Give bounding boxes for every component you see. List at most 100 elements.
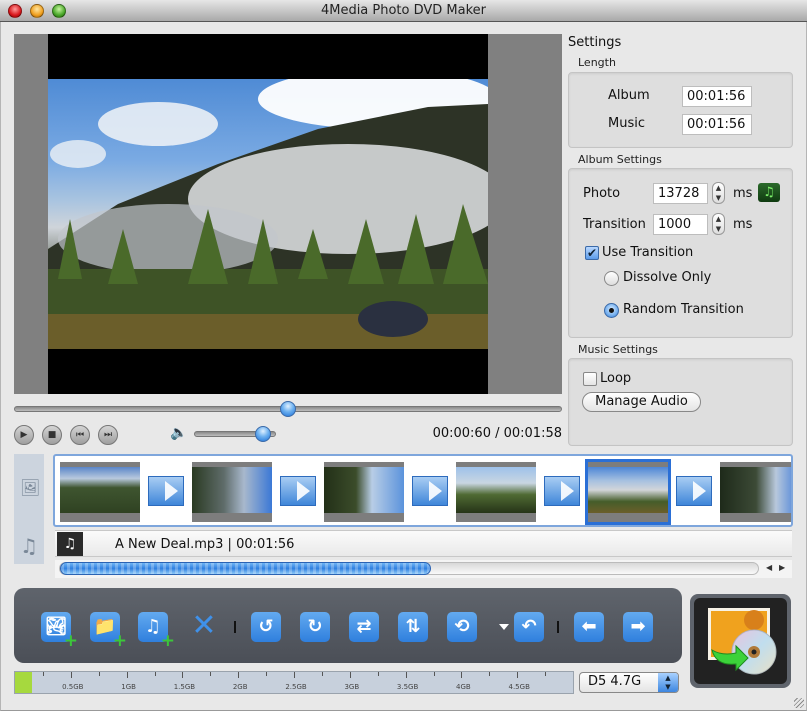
capacity-tick — [238, 672, 240, 678]
capacity-used-fill — [15, 672, 32, 693]
timeline-scrollbar[interactable]: ◀ ▶ — [55, 560, 792, 578]
seek-slider-knob[interactable] — [280, 401, 296, 417]
flip-horizontal-button[interactable]: ⇄ — [349, 612, 379, 642]
loop-checkbox[interactable] — [583, 372, 597, 386]
add-music-button[interactable]: ♫ + — [138, 612, 175, 650]
transition-marker[interactable] — [148, 476, 184, 506]
music-length-value: 00:01:56 — [682, 114, 752, 135]
scroll-right-arrow[interactable]: ▶ — [779, 563, 785, 572]
capacity-tick-label: 2GB — [232, 683, 248, 691]
play-button[interactable]: ▶ — [14, 425, 34, 445]
disc-capacity-bar: 0.5GB 1GB 1.5GB 2GB 2.5GB 3GB 3.5GB 4GB 4.5GB — [14, 671, 574, 694]
capacity-tick-label: 3GB — [344, 683, 360, 691]
transition-effect-button[interactable]: ⟲ — [447, 612, 477, 642]
capacity-tick — [182, 672, 184, 678]
capacity-tick — [126, 672, 128, 678]
capacity-tick-label: 1GB — [121, 683, 136, 691]
transition-marker[interactable] — [544, 476, 580, 506]
random-transition-radio[interactable] — [604, 303, 619, 318]
photo-thumbnail[interactable] — [720, 462, 791, 522]
photo-thumbnail[interactable] — [456, 462, 536, 522]
undo-button[interactable]: ↶ — [514, 612, 544, 642]
music-track[interactable]: ♫ A New Deal.mp3 | 00:01:56 — [55, 530, 792, 557]
add-folder-button[interactable]: 📁 + — [90, 612, 127, 650]
capacity-tick-label: 4GB — [456, 683, 471, 691]
use-transition-checkbox[interactable]: ✔ — [585, 246, 599, 260]
music-file-icon: ♫ — [57, 532, 83, 556]
music-settings-label: Music Settings — [578, 343, 658, 356]
skip-forward-icon: ⏭ — [103, 430, 113, 440]
loop-label: Loop — [600, 371, 632, 386]
capacity-tick — [405, 672, 407, 678]
preview-image — [48, 79, 488, 349]
album-length-value: 00:01:56 — [682, 86, 752, 107]
capacity-tick-label: 4.5GB — [508, 683, 530, 691]
photo-track-icon: 🖼 — [20, 478, 41, 497]
manage-audio-button[interactable]: Manage Audio — [582, 392, 701, 412]
preview-photo-illustration — [48, 79, 488, 349]
volume-slider[interactable] — [194, 426, 276, 442]
editing-toolbar: 🏞 + 📁 + ♫ + ✕ ↺ ↻ ⇄ ⇅ ⟲ ↶ ⬅ ➡ — [14, 588, 682, 663]
rotate-right-button[interactable]: ↻ — [300, 612, 330, 642]
toolbar-separator — [234, 621, 236, 633]
transition-effect-dropdown-icon[interactable] — [499, 624, 509, 630]
add-photo-button[interactable]: 🏞 + — [41, 612, 78, 650]
capacity-tick — [266, 672, 268, 676]
resize-grip[interactable] — [794, 698, 804, 708]
photo-duration-stepper[interactable]: ▲ ▼ — [712, 182, 725, 204]
random-transition-label: Random Transition — [623, 302, 744, 317]
settings-title: Settings — [568, 35, 622, 50]
volume-icon: 🔈 — [170, 425, 188, 441]
toolbar-separator — [557, 621, 559, 633]
seek-slider[interactable] — [14, 401, 562, 417]
capacity-tick — [489, 672, 491, 676]
photo-thumbnail[interactable] — [60, 462, 140, 522]
use-transition-label: Use Transition — [602, 245, 694, 260]
capacity-tick — [349, 672, 351, 678]
photo-thumbnail-selected[interactable] — [585, 459, 671, 525]
capacity-tick-label: 1.5GB — [173, 683, 196, 691]
dissolve-only-radio[interactable] — [604, 271, 619, 286]
music-track-icon: ♫ — [20, 534, 38, 558]
previous-button[interactable]: ⏮ — [70, 425, 90, 445]
arrow-right-icon: ➡ — [630, 616, 646, 637]
move-right-button[interactable]: ➡ — [623, 612, 653, 642]
transition-marker[interactable] — [412, 476, 448, 506]
photo-duration-input[interactable]: 13728 — [653, 183, 708, 204]
capacity-tick — [98, 672, 100, 676]
plus-icon: + — [63, 631, 78, 651]
plus-icon: + — [160, 631, 175, 651]
disc-type-select[interactable]: D5 4.7G ▲ ▼ — [579, 672, 679, 693]
timecode: 00:00:60 / 00:01:58 — [432, 426, 562, 441]
flip-vertical-button[interactable]: ⇅ — [398, 612, 428, 642]
photo-thumbnail[interactable] — [324, 462, 404, 522]
capacity-tick — [321, 672, 323, 676]
next-button[interactable]: ⏭ — [98, 425, 118, 445]
capacity-tick-label: 3.5GB — [396, 683, 419, 691]
album-length-label: Album — [608, 88, 650, 103]
transition-duration-input[interactable]: 1000 — [653, 214, 708, 235]
capacity-tick — [42, 672, 44, 676]
capacity-tick — [294, 672, 295, 678]
transition-marker[interactable] — [280, 476, 316, 506]
sync-music-button[interactable]: ♫ — [758, 183, 780, 202]
title-bar: 4Media Photo DVD Maker — [0, 0, 807, 22]
stop-icon: ■ — [47, 430, 57, 440]
scrollbar-thumb[interactable] — [60, 562, 431, 575]
music-note-icon: ♫ — [763, 185, 775, 200]
photo-timeline[interactable] — [53, 454, 793, 527]
rotate-left-button[interactable]: ↺ — [251, 612, 281, 642]
transition-marker[interactable] — [676, 476, 712, 506]
transition-effect-icon: ⟲ — [454, 616, 470, 637]
transition-duration-stepper[interactable]: ▲ ▼ — [712, 213, 725, 235]
stop-button[interactable]: ■ — [42, 425, 62, 445]
window-title: 4Media Photo DVD Maker — [320, 3, 487, 18]
burn-dvd-button[interactable] — [690, 594, 791, 688]
scroll-left-arrow[interactable]: ◀ — [766, 563, 772, 572]
move-left-button[interactable]: ⬅ — [574, 612, 604, 642]
photo-thumbnail[interactable] — [192, 462, 272, 522]
delete-button[interactable]: ✕ — [189, 611, 219, 642]
add-music-icon: ♫ — [144, 616, 162, 637]
length-group: Album 00:01:56 Music 00:01:56 — [568, 72, 793, 148]
volume-slider-knob[interactable] — [255, 426, 271, 442]
